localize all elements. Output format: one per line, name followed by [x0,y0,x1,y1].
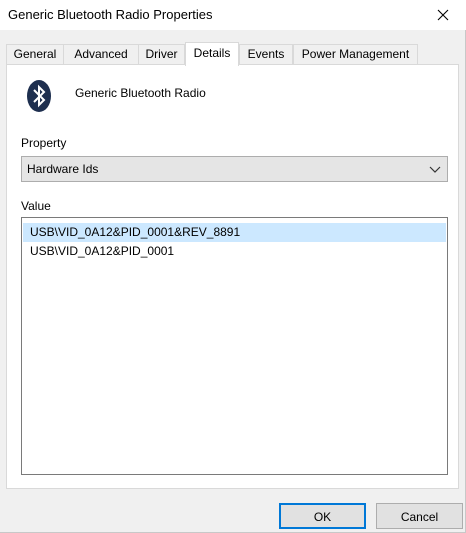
title-bar[interactable]: Generic Bluetooth Radio Properties [0,0,466,30]
tab-label: Events [247,47,285,61]
property-selected-value: Hardware Ids [27,162,99,176]
cancel-button[interactable]: Cancel [376,503,463,529]
tab-label: Details [193,46,231,60]
tab-general[interactable]: General [6,44,64,64]
value-listbox[interactable]: USB\VID_0A12&PID_0001&REV_8891 USB\VID_0… [21,217,448,475]
bluetooth-icon [27,80,51,112]
list-item-text: USB\VID_0A12&PID_0001&REV_8891 [30,225,241,239]
close-button[interactable] [420,0,466,30]
tab-driver[interactable]: Driver [138,44,185,64]
value-label: Value [21,199,51,213]
window-title: Generic Bluetooth Radio Properties [8,7,213,22]
tab-events[interactable]: Events [239,44,293,64]
property-label: Property [21,136,67,150]
tab-power-management[interactable]: Power Management [293,44,418,64]
list-item-text: USB\VID_0A12&PID_0001 [30,244,175,258]
list-item[interactable]: USB\VID_0A12&PID_0001 [23,242,446,261]
tab-strip: General Advanced Driver Details Events P… [6,42,461,66]
property-dropdown[interactable]: Hardware Ids [21,156,448,182]
device-name: Generic Bluetooth Radio [75,86,206,100]
tab-label: Advanced [74,47,128,61]
tab-label: General [13,47,57,61]
tab-label: Power Management [301,47,410,61]
tab-details[interactable]: Details [185,42,239,66]
details-panel: Generic Bluetooth Radio Property Hardwar… [6,64,459,489]
tab-label: Driver [145,47,178,61]
ok-button[interactable]: OK [279,503,366,529]
list-item[interactable]: USB\VID_0A12&PID_0001&REV_8891 [23,223,446,242]
tab-advanced[interactable]: Advanced [63,44,139,64]
properties-dialog: Generic Bluetooth Radio Properties Gener… [0,0,466,533]
chevron-down-icon [429,166,441,173]
close-icon [437,9,449,21]
